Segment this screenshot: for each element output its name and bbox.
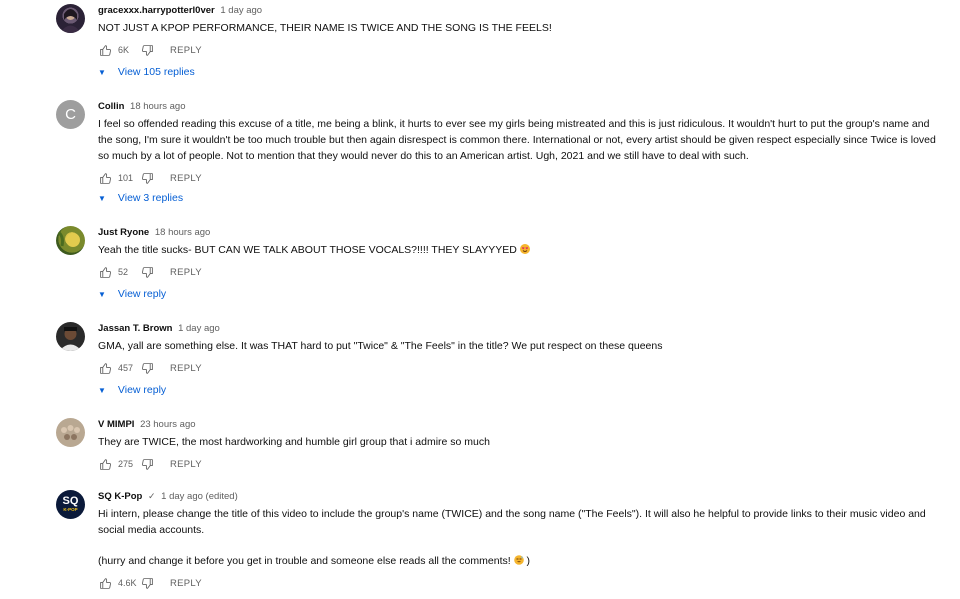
thumb-up-icon[interactable] <box>98 457 112 471</box>
comment-header: SQ K-Pop ✓ 1 day ago (edited) <box>98 490 946 503</box>
view-replies-button[interactable]: ▼ View 3 replies <box>98 192 183 204</box>
comment-text: I feel so offended reading this excuse o… <box>98 116 946 164</box>
comment-time[interactable]: 23 hours ago <box>140 419 195 430</box>
comment-actions: 275 REPLY <box>98 456 946 472</box>
sweat-smile-emoji-icon <box>513 555 524 565</box>
comment-body: gracexxx.harrypotterl0ver 1 day ago NOT … <box>98 4 946 58</box>
avatar-image <box>60 9 81 33</box>
chevron-down-icon: ▼ <box>98 67 106 77</box>
thumb-up-icon[interactable] <box>98 361 112 375</box>
avatar[interactable]: SQ K-POP <box>56 490 85 519</box>
view-replies-button[interactable]: ▼ View 105 replies <box>98 66 195 78</box>
comment-text-paragraph: (hurry and change it before you get in t… <box>98 553 946 569</box>
heart-eyes-emoji-icon <box>519 244 530 254</box>
comment-body: Collin 18 hours ago I feel so offended r… <box>98 100 946 186</box>
chevron-down-icon: ▼ <box>98 385 106 395</box>
chevron-down-icon: ▼ <box>98 193 106 203</box>
author-name[interactable]: Jassan T. Brown <box>98 323 172 334</box>
comment-body: SQ K-Pop ✓ 1 day ago (edited) Hi intern,… <box>98 490 946 591</box>
like-count: 52 <box>118 267 129 277</box>
view-replies-label: View reply <box>117 288 167 300</box>
comment-header: gracexxx.harrypotterl0ver 1 day ago <box>98 4 946 17</box>
thumb-up-icon[interactable] <box>98 171 112 185</box>
comment-text-paragraph: NOT JUST A KPOP PERFORMANCE, THEIR NAME … <box>98 22 552 34</box>
like-count: 4.6K <box>118 578 137 588</box>
reply-button[interactable]: REPLY <box>170 363 202 374</box>
comment-text-paragraph: Yeah the title sucks- BUT CAN WE TALK AB… <box>98 242 946 258</box>
avatar-image <box>59 327 82 351</box>
like-count: 6K <box>118 45 130 55</box>
thumb-down-icon[interactable] <box>140 361 154 375</box>
thumb-down-icon[interactable] <box>140 576 154 590</box>
thumb-up-icon[interactable] <box>98 576 112 590</box>
avatar-logo-subtext: K-POP <box>63 507 78 512</box>
author-name[interactable]: Collin <box>98 101 124 112</box>
like-count: 457 <box>118 363 134 373</box>
like-count: 101 <box>118 173 134 183</box>
author-name[interactable]: V MIMPI <box>98 419 134 430</box>
comment-text: Yeah the title sucks- BUT CAN WE TALK AB… <box>98 242 946 258</box>
reply-button[interactable]: REPLY <box>170 45 202 56</box>
view-replies-label: View 3 replies <box>117 192 184 204</box>
comment-text-paragraph: Hi intern, please change the title of th… <box>98 508 926 536</box>
comment-time[interactable]: 1 day ago (edited) <box>161 491 238 502</box>
comment-time[interactable]: 18 hours ago <box>130 101 185 112</box>
comment-actions: 101 REPLY <box>98 170 946 186</box>
thumb-up-icon[interactable] <box>98 43 112 57</box>
comment-text-content: (hurry and change it before you get in t… <box>98 555 511 567</box>
comment-text-paragraph: I feel so offended reading this excuse o… <box>98 118 936 162</box>
like-count: 275 <box>118 459 134 469</box>
avatar-letter: C <box>65 106 76 123</box>
comment-text-content: Yeah the title sucks- BUT CAN WE TALK AB… <box>98 244 517 256</box>
comment-time[interactable]: 1 day ago <box>178 323 220 334</box>
comment-actions: 4.6K REPLY <box>98 575 946 591</box>
reply-button[interactable]: REPLY <box>170 173 202 184</box>
thumb-down-icon[interactable] <box>140 43 154 57</box>
comment-header: Collin 18 hours ago <box>98 100 946 113</box>
comment-text-paragraph: They are TWICE, the most hardworking and… <box>98 436 490 448</box>
comment-header: V MIMPI 23 hours ago <box>98 418 946 431</box>
avatar[interactable] <box>56 418 85 447</box>
comment-body: Just Ryone 18 hours ago Yeah the title s… <box>98 226 946 280</box>
comment-actions: 457 REPLY <box>98 360 946 376</box>
avatar[interactable] <box>56 4 85 33</box>
comment-text: GMA, yall are something else. It was THA… <box>98 338 946 354</box>
comment-text: Hi intern, please change the title of th… <box>98 506 946 569</box>
avatar-image <box>61 425 80 440</box>
comment-header: Jassan T. Brown 1 day ago <box>98 322 946 335</box>
comment-time[interactable]: 18 hours ago <box>155 227 210 238</box>
comment-time[interactable]: 1 day ago <box>220 5 262 16</box>
view-replies-button[interactable]: ▼ View reply <box>98 288 166 300</box>
avatar-image <box>57 230 80 247</box>
avatar[interactable] <box>56 322 85 351</box>
thumb-down-icon[interactable] <box>140 457 154 471</box>
comment-actions: 6K REPLY <box>98 42 946 58</box>
thumb-up-icon[interactable] <box>98 265 112 279</box>
view-replies-button[interactable]: ▼ View reply <box>98 384 166 396</box>
avatar[interactable]: C <box>56 100 85 129</box>
view-replies-label: View reply <box>117 384 167 396</box>
thumb-down-icon[interactable] <box>140 171 154 185</box>
comment-body: Jassan T. Brown 1 day ago GMA, yall are … <box>98 322 946 376</box>
view-replies-label: View 105 replies <box>117 66 195 78</box>
comment-text-content: ) <box>526 555 531 567</box>
author-name[interactable]: gracexxx.harrypotterl0ver <box>98 5 215 16</box>
author-name[interactable]: Just Ryone <box>98 227 149 238</box>
comment-text: NOT JUST A KPOP PERFORMANCE, THEIR NAME … <box>98 20 946 36</box>
comment-actions: 52 REPLY <box>98 264 946 280</box>
reply-button[interactable]: REPLY <box>170 459 202 470</box>
verified-check-icon: ✓ <box>147 491 156 501</box>
author-name[interactable]: SQ K-Pop <box>98 491 142 502</box>
reply-button[interactable]: REPLY <box>170 267 202 278</box>
comment-text-paragraph: GMA, yall are something else. It was THA… <box>98 340 663 352</box>
chevron-down-icon: ▼ <box>98 289 106 299</box>
comment-text: They are TWICE, the most hardworking and… <box>98 434 946 450</box>
comment-header: Just Ryone 18 hours ago <box>98 226 946 239</box>
reply-button[interactable]: REPLY <box>170 578 202 589</box>
thumb-down-icon[interactable] <box>140 265 154 279</box>
avatar-logo-text: SQ <box>62 495 79 507</box>
avatar[interactable] <box>56 226 85 255</box>
comment-body: V MIMPI 23 hours ago They are TWICE, the… <box>98 418 946 472</box>
